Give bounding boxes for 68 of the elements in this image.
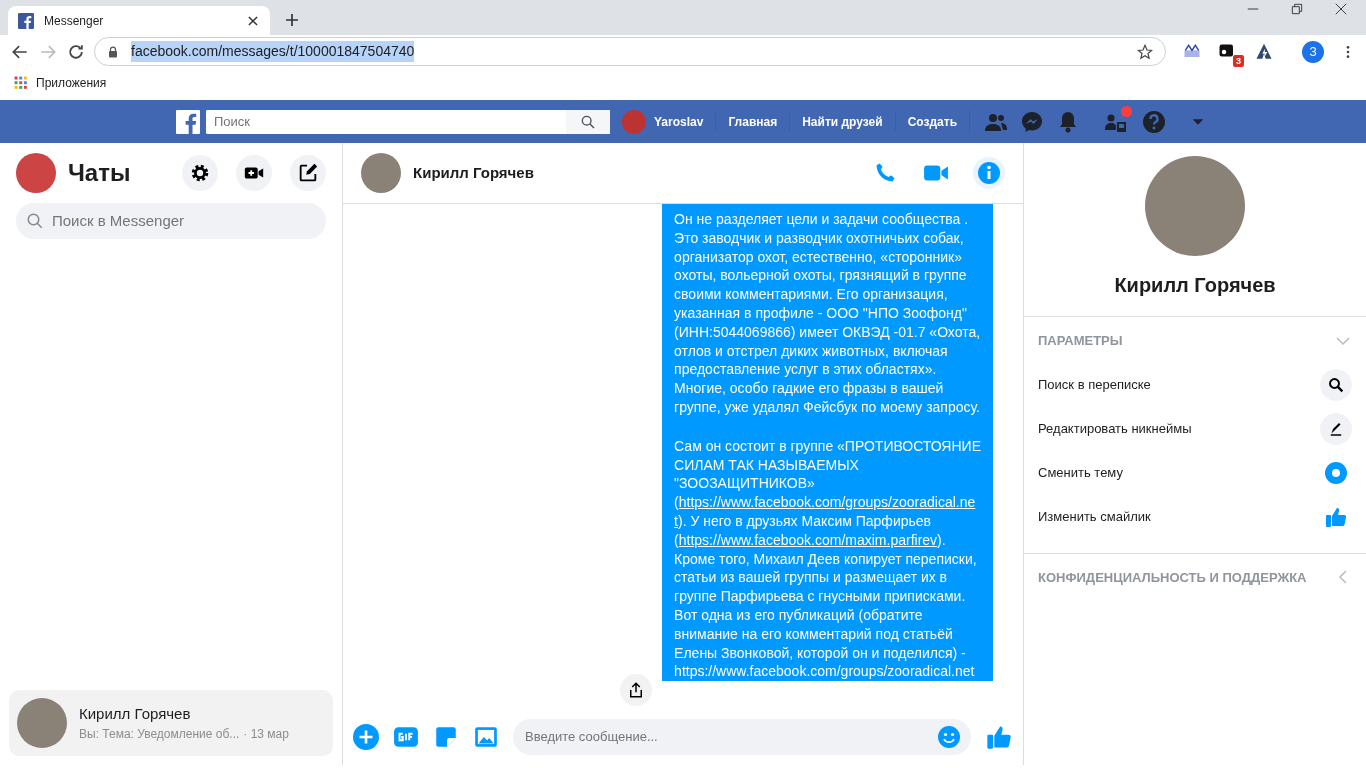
section-header[interactable]: КОНФИДЕНЦИАЛЬНОСТЬ И ПОДДЕРЖКА [1038,567,1352,587]
message-text: Он не разделяет цели и задачи сообщества . Это заводчик и разводчик охотничьих собак, организатор охот, естественно, «сторонник» охоты, вольерной охоты, грязнящий в группе своими комментариями. Его организация, указанная в профиле - ООО "НПО Зоофонд" (ИНН:5044069866) имеет ОКВЭД -01.7 «Охота, отлов и отстрел диких животных, включая предоставление услуг в этих областях». Многие, особо гадкие его фразы в вашей группе, уже удалял Фейсбук по моему запросу. [674,210,981,417]
settings-icon [189,162,211,184]
pencil-button[interactable] [1320,412,1352,445]
message-link[interactable]: t [674,512,678,529]
sidebar-title: Чаты [68,158,132,188]
profile-avatar[interactable]: З [1302,40,1324,63]
theme-icon[interactable] [1324,460,1348,485]
browser-tab[interactable]: Messenger [8,6,270,35]
star-icon[interactable] [1137,43,1153,60]
share-button[interactable] [620,674,653,706]
contact-name: Кирилл Горячев [1114,273,1276,298]
info-button[interactable] [973,157,1005,189]
page-avatar[interactable] [16,153,56,193]
messenger-icon[interactable] [1020,109,1044,134]
settings-button[interactable] [182,155,218,191]
emoji-icon[interactable] [937,724,961,749]
settings-item[interactable]: Сменить тему [1038,450,1352,495]
message-link[interactable]: https://www.facebook.com/groups/zooradical.ne [678,494,976,511]
message-link[interactable]: https://www.facebook.com/maxim.parfirev [678,531,938,548]
lock-icon [107,45,119,58]
new-message-button[interactable] [290,155,326,191]
contact-avatar [17,698,67,748]
restore-icon[interactable] [1290,1,1304,16]
url-text: facebook.com/messages/t/100001847504740 [131,41,415,62]
section-title: ПАРАМЕТРЫ [1038,332,1123,350]
message-field[interactable]: Введите сообщение... [513,718,971,755]
settings-label: Редактировать никнеймы [1038,419,1192,438]
search-icon [580,113,596,130]
conversation-title: Кирилл Горячев [413,162,535,183]
contact-avatar[interactable] [361,153,401,193]
tab-title: Messenger [44,12,105,30]
facebook-icon [18,12,34,29]
contact-name: Кирилл Горячев [79,703,192,724]
facebook-logo-icon[interactable] [176,109,200,134]
message-time: · 13 мар [243,726,289,744]
chat-list-item[interactable]: Кирилл Горячев Вы: Тема: Уведомление об... · 13 мар [9,690,333,756]
message-text: Сам он состоит в группе «ПРОТИВОСТОЯНИЕ СИЛАМ ТАК НАЗЫВАЕМЫХ "ЗООЗАЩИТНИКОВ» (https://www.facebook.com/groups/zooradical.ne t). У него в друзьях Максим Парфирьев (https://www.facebook.com/maxim.parfirev). Кроме того, Михаил Деев копирует переписки, статьи из вашей группы и размещает их в группе Парфирьева с гнусными приписками. Вот одна из его публикаций (обратите внимание на его комментарий под статьёй Елены Звонковой, которой он и поделился) - https://www.facebook.com/groups/zooradical.net [674,436,981,682]
settings-item[interactable]: Поиск в переписке [1038,362,1352,407]
settings-label: Изменить смайлик [1038,507,1151,526]
search-icon [26,212,44,230]
nav-link[interactable]: Создать [894,112,969,131]
apps-grid-icon [14,75,28,90]
search-icon [1327,375,1345,394]
plus-icon[interactable] [284,12,300,28]
section-header[interactable]: ПАРАМЕТРЫ [1038,331,1352,351]
settings-item[interactable]: Изменить смайлик [1038,494,1352,539]
help-icon[interactable] [1142,109,1166,134]
profile-link[interactable]: Yaroslav [654,112,716,131]
message-input[interactable]: Введите сообщение... [523,725,937,748]
info-icon [977,161,1001,185]
bookmark-link[interactable]: Приложения [36,73,107,92]
close-icon[interactable] [1334,1,1348,16]
close-icon[interactable] [246,13,260,28]
new-video-call-button[interactable] [236,155,272,191]
search-field[interactable]: Поиск в Messenger [16,203,326,239]
compose-icon [297,162,319,184]
add-icon[interactable] [353,723,379,750]
nav-link[interactable]: Главная [715,112,790,131]
message-preview: Вы: Тема: Уведомление об... [79,726,240,744]
settings-label: Поиск в переписке [1038,375,1151,394]
nav-link[interactable]: Найти друзей [789,112,895,131]
search-button[interactable] [1320,368,1352,401]
search-input[interactable]: Поиск в Messenger [50,208,316,234]
extension-badge: 3 [1233,54,1244,67]
settings-item[interactable]: Редактировать никнеймы [1038,406,1352,451]
settings-label: Сменить тему [1038,463,1123,482]
section-title: КОНФИДЕНЦИАЛЬНОСТЬ И ПОДДЕРЖКА [1038,568,1307,587]
